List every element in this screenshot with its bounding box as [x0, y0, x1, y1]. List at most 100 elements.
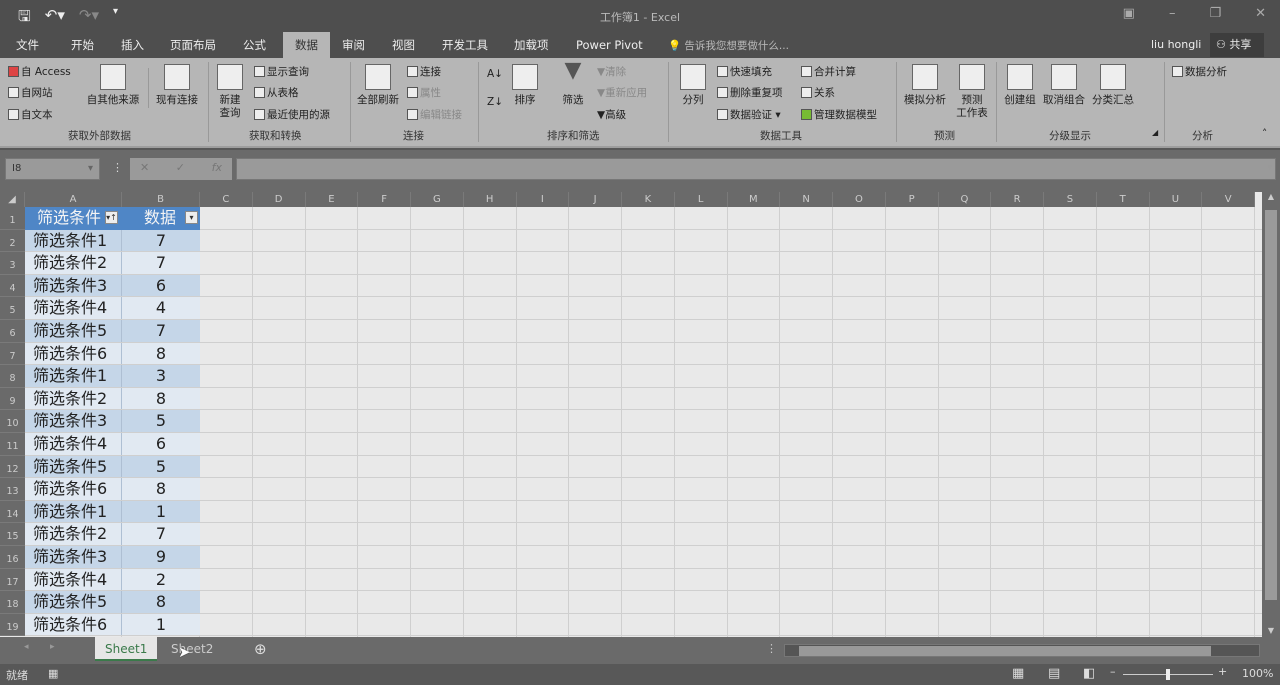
column-header[interactable]: O [833, 192, 886, 207]
table-cell[interactable]: 7 [122, 252, 200, 274]
page-layout-view-icon[interactable]: ▤ [1048, 666, 1060, 681]
sort-descending-icon[interactable]: Z↓ [487, 96, 503, 108]
column-header[interactable]: L [674, 192, 728, 207]
filter-button[interactable]: ▼ 筛选 [556, 60, 590, 107]
row-header[interactable]: 10 [0, 410, 25, 433]
table-cell[interactable]: 筛选条件3 [25, 410, 122, 432]
edit-links-button[interactable]: 编辑链接 [407, 107, 462, 122]
ungroup-button[interactable]: 取消组合 [1040, 64, 1088, 107]
close-icon[interactable]: ✕ [1255, 6, 1266, 21]
select-all-corner[interactable]: ◢ [0, 192, 25, 207]
table-cell[interactable]: 8 [122, 387, 200, 410]
refresh-all-button[interactable]: 全部刷新 [354, 64, 402, 107]
tab-3[interactable]: 页面布局 [162, 32, 224, 58]
tell-me-search[interactable]: 💡 告诉我您想要做什么... [668, 38, 789, 53]
from-web-button[interactable]: 自网站 [8, 85, 53, 100]
vertical-scrollbar[interactable]: ▲ ▼ [1262, 192, 1280, 637]
column-header[interactable]: C [200, 192, 253, 207]
column-header[interactable]: I [516, 192, 570, 207]
tab-2[interactable]: 插入 [113, 32, 152, 58]
outline-settings-icon[interactable]: ◢ [1152, 128, 1158, 137]
column-header[interactable]: S [1044, 192, 1097, 207]
tab-6[interactable]: 审阅 [334, 32, 373, 58]
row-header[interactable]: 2 [0, 229, 25, 253]
tab-0[interactable]: 文件 [8, 32, 47, 58]
column-header[interactable]: J [569, 192, 622, 207]
consolidate-button[interactable]: 合并计算 [801, 64, 856, 79]
sort-ascending-icon[interactable]: A↓ [487, 68, 503, 80]
column-header[interactable]: B [122, 192, 200, 207]
column-header[interactable]: V [1202, 192, 1255, 207]
zoom-level[interactable]: 100% [1242, 667, 1273, 680]
table-cell[interactable]: 筛选条件5 [25, 455, 122, 478]
from-other-sources-button[interactable]: 自其他来源 [84, 64, 142, 107]
table-header-cell[interactable]: 筛选条件 ▾↑ [25, 207, 122, 230]
sort-button[interactable]: 排序 [508, 64, 542, 107]
share-button[interactable]: ⚇ 共享 [1210, 33, 1264, 57]
ribbon-display-icon[interactable]: ▣ [1123, 6, 1135, 21]
row-header[interactable]: 14 [0, 500, 25, 524]
from-table-button[interactable]: 从表格 [254, 85, 299, 100]
tab-10[interactable]: Power Pivot [568, 32, 651, 58]
scroll-right-icon[interactable]: ▸ [50, 642, 55, 652]
manage-data-model-button[interactable]: 管理数据模型 [801, 107, 877, 122]
row-header[interactable]: 6 [0, 320, 25, 343]
add-sheet-icon[interactable]: ⊕ [254, 640, 267, 658]
column-header[interactable]: Q [938, 192, 992, 207]
table-cell[interactable]: 5 [122, 455, 200, 478]
table-cell[interactable]: 4 [122, 297, 200, 319]
from-text-button[interactable]: 自文本 [8, 107, 53, 122]
cancel-icon[interactable]: ✕ [140, 161, 149, 177]
table-cell[interactable]: 筛选条件4 [25, 297, 122, 319]
table-cell[interactable]: 5 [122, 410, 200, 432]
table-cell[interactable]: 筛选条件4 [25, 433, 122, 455]
sheet-tab-sheet1[interactable]: Sheet1 [95, 637, 158, 661]
table-cell[interactable]: 筛选条件5 [25, 591, 122, 613]
table-cell[interactable]: 筛选条件2 [25, 523, 122, 545]
table-cell[interactable]: 筛选条件2 [25, 252, 122, 274]
table-cell[interactable]: 筛选条件1 [25, 500, 122, 523]
zoom-in-icon[interactable]: + [1218, 665, 1227, 678]
column-header[interactable]: G [411, 192, 464, 207]
row-header[interactable]: 7 [0, 342, 25, 366]
table-cell[interactable]: 筛选条件6 [25, 342, 122, 365]
filter-dropdown-icon[interactable]: ▾ [185, 211, 198, 224]
table-cell[interactable]: 筛选条件6 [25, 613, 122, 636]
row-header[interactable]: 1 [0, 207, 25, 230]
table-cell[interactable]: 筛选条件3 [25, 274, 122, 297]
table-cell[interactable]: 6 [122, 274, 200, 297]
table-cell[interactable]: 筛选条件3 [25, 546, 122, 568]
text-to-columns-button[interactable]: 分列 [676, 64, 710, 107]
worksheet-grid[interactable]: ◢ A B C D E F G H I J K L M N O P Q R S T U V 1 2 3 4 5 6 7 8 9 10 11 12 13… [0, 192, 1262, 637]
table-cell[interactable]: 筛选条件2 [25, 387, 122, 410]
formula-input[interactable] [236, 158, 1276, 180]
row-header[interactable]: 16 [0, 546, 25, 569]
table-cell[interactable]: 2 [122, 568, 200, 591]
expand-formula-icon[interactable]: ▾ [1267, 163, 1272, 173]
row-header[interactable]: 13 [0, 478, 25, 501]
forecast-sheet-button[interactable]: 预测 工作表 [952, 64, 992, 120]
table-cell[interactable]: 7 [122, 229, 200, 252]
flash-fill-button[interactable]: 快速填充 [717, 64, 772, 79]
scroll-left-icon[interactable]: ◂ [24, 642, 29, 652]
horizontal-scrollbar[interactable] [784, 644, 1260, 657]
table-cell[interactable]: 6 [122, 433, 200, 455]
column-header[interactable]: U [1149, 192, 1203, 207]
what-if-analysis-button[interactable]: 模拟分析 [900, 64, 950, 107]
row-header[interactable]: 5 [0, 297, 25, 320]
collapse-ribbon-icon[interactable]: ˄ [1262, 128, 1267, 140]
row-header[interactable]: 4 [0, 274, 25, 298]
insert-function-button[interactable]: fx [212, 161, 222, 177]
relationships-button[interactable]: 关系 [801, 85, 835, 100]
column-header[interactable]: A [25, 192, 122, 207]
page-break-view-icon[interactable]: ◧ [1083, 666, 1095, 681]
tab-9[interactable]: 加载项 [506, 32, 557, 58]
zoom-out-icon[interactable]: – [1110, 665, 1116, 678]
show-queries-button[interactable]: 显示查询 [254, 64, 309, 79]
table-header-cell[interactable]: 数据 ▾ [122, 207, 200, 230]
tab-8[interactable]: 开发工具 [434, 32, 496, 58]
column-header[interactable]: P [885, 192, 939, 207]
clear-filter-button[interactable]: ▼清除 [597, 64, 626, 79]
split-handle-icon[interactable]: ⋮ [766, 642, 777, 655]
column-header[interactable]: M [727, 192, 781, 207]
